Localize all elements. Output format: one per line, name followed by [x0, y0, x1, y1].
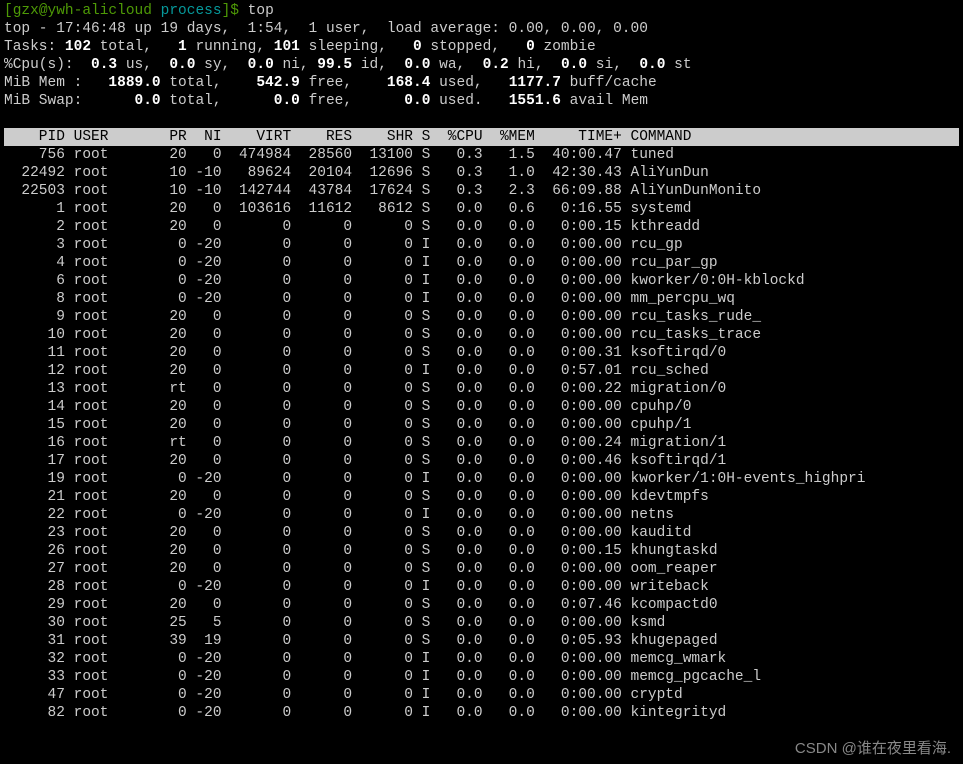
process-row[interactable]: 21 root 20 0 0 0 0 S 0.0 0.0 0:00.00 kde…	[4, 488, 959, 506]
process-row[interactable]: 47 root 0 -20 0 0 0 I 0.0 0.0 0:00.00 cr…	[4, 686, 959, 704]
process-row[interactable]: 26 root 20 0 0 0 0 S 0.0 0.0 0:00.15 khu…	[4, 542, 959, 560]
process-row[interactable]: 29 root 20 0 0 0 0 S 0.0 0.0 0:07.46 kco…	[4, 596, 959, 614]
process-row[interactable]: 22492 root 10 -10 89624 20104 12696 S 0.…	[4, 164, 959, 182]
summary-tasks: Tasks: 102 total, 1 running, 101 sleepin…	[4, 38, 959, 56]
process-row[interactable]: 33 root 0 -20 0 0 0 I 0.0 0.0 0:00.00 me…	[4, 668, 959, 686]
process-row[interactable]: 17 root 20 0 0 0 0 S 0.0 0.0 0:00.46 kso…	[4, 452, 959, 470]
process-row[interactable]: 3 root 0 -20 0 0 0 I 0.0 0.0 0:00.00 rcu…	[4, 236, 959, 254]
process-row[interactable]: 756 root 20 0 474984 28560 13100 S 0.3 1…	[4, 146, 959, 164]
process-row[interactable]: 14 root 20 0 0 0 0 S 0.0 0.0 0:00.00 cpu…	[4, 398, 959, 416]
summary-cpu: %Cpu(s): 0.3 us, 0.0 sy, 0.0 ni, 99.5 id…	[4, 56, 959, 74]
process-row[interactable]: 2 root 20 0 0 0 0 S 0.0 0.0 0:00.15 kthr…	[4, 218, 959, 236]
process-row[interactable]: 1 root 20 0 103616 11612 8612 S 0.0 0.6 …	[4, 200, 959, 218]
process-list[interactable]: 756 root 20 0 474984 28560 13100 S 0.3 1…	[4, 146, 959, 722]
process-row[interactable]: 9 root 20 0 0 0 0 S 0.0 0.0 0:00.00 rcu_…	[4, 308, 959, 326]
column-header[interactable]: PID USER PR NI VIRT RES SHR S %CPU %MEM …	[4, 128, 959, 146]
summary-swap: MiB Swap: 0.0 total, 0.0 free, 0.0 used.…	[4, 92, 959, 110]
process-row[interactable]: 11 root 20 0 0 0 0 S 0.0 0.0 0:00.31 kso…	[4, 344, 959, 362]
process-row[interactable]: 8 root 0 -20 0 0 0 I 0.0 0.0 0:00.00 mm_…	[4, 290, 959, 308]
blank-line	[4, 110, 959, 128]
process-row[interactable]: 4 root 0 -20 0 0 0 I 0.0 0.0 0:00.00 rcu…	[4, 254, 959, 272]
process-row[interactable]: 19 root 0 -20 0 0 0 I 0.0 0.0 0:00.00 kw…	[4, 470, 959, 488]
process-row[interactable]: 22 root 0 -20 0 0 0 I 0.0 0.0 0:00.00 ne…	[4, 506, 959, 524]
process-row[interactable]: 10 root 20 0 0 0 0 S 0.0 0.0 0:00.00 rcu…	[4, 326, 959, 344]
terminal[interactable]: [gzx@ywh-alicloud process]$ top top - 17…	[0, 0, 963, 724]
process-row[interactable]: 12 root 20 0 0 0 0 I 0.0 0.0 0:57.01 rcu…	[4, 362, 959, 380]
watermark: CSDN @谁在夜里看海.	[795, 740, 951, 758]
process-row[interactable]: 16 root rt 0 0 0 0 S 0.0 0.0 0:00.24 mig…	[4, 434, 959, 452]
process-row[interactable]: 32 root 0 -20 0 0 0 I 0.0 0.0 0:00.00 me…	[4, 650, 959, 668]
process-row[interactable]: 23 root 20 0 0 0 0 S 0.0 0.0 0:00.00 kau…	[4, 524, 959, 542]
process-row[interactable]: 22503 root 10 -10 142744 43784 17624 S 0…	[4, 182, 959, 200]
process-row[interactable]: 27 root 20 0 0 0 0 S 0.0 0.0 0:00.00 oom…	[4, 560, 959, 578]
process-row[interactable]: 6 root 0 -20 0 0 0 I 0.0 0.0 0:00.00 kwo…	[4, 272, 959, 290]
process-row[interactable]: 15 root 20 0 0 0 0 S 0.0 0.0 0:00.00 cpu…	[4, 416, 959, 434]
process-row[interactable]: 30 root 25 5 0 0 0 S 0.0 0.0 0:00.00 ksm…	[4, 614, 959, 632]
process-row[interactable]: 31 root 39 19 0 0 0 S 0.0 0.0 0:05.93 kh…	[4, 632, 959, 650]
process-row[interactable]: 28 root 0 -20 0 0 0 I 0.0 0.0 0:00.00 wr…	[4, 578, 959, 596]
prompt-line: [gzx@ywh-alicloud process]$ top	[4, 2, 959, 20]
process-row[interactable]: 13 root rt 0 0 0 0 S 0.0 0.0 0:00.22 mig…	[4, 380, 959, 398]
summary-uptime: top - 17:46:48 up 19 days, 1:54, 1 user,…	[4, 20, 959, 38]
summary-mem: MiB Mem : 1889.0 total, 542.9 free, 168.…	[4, 74, 959, 92]
process-row[interactable]: 82 root 0 -20 0 0 0 I 0.0 0.0 0:00.00 ki…	[4, 704, 959, 722]
